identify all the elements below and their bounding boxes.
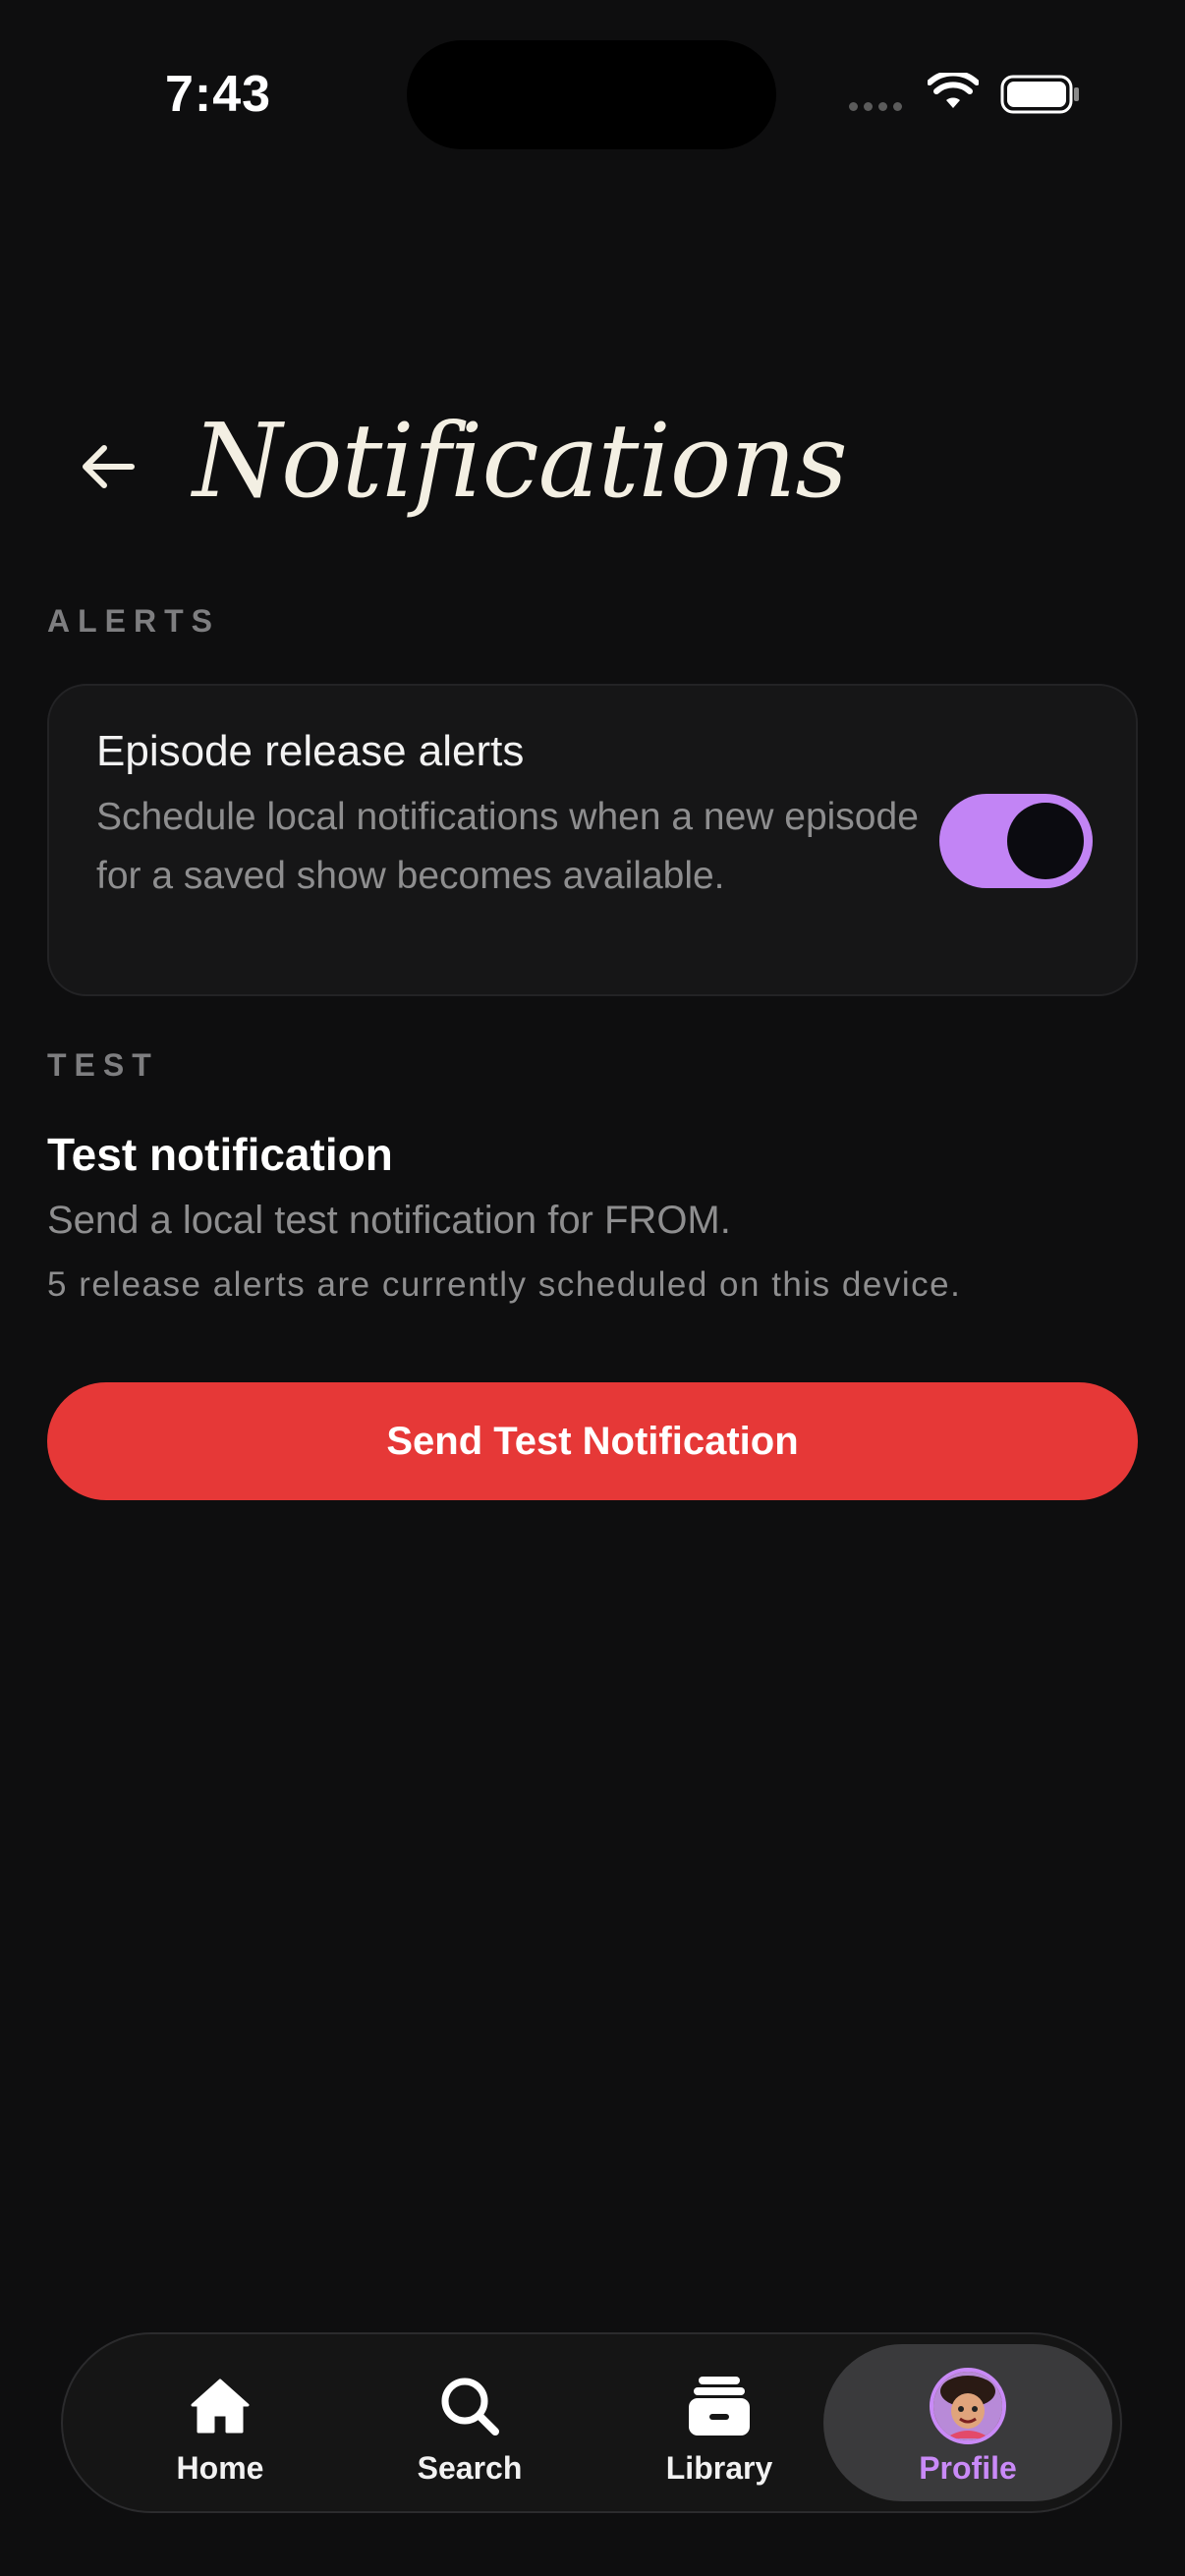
battery-icon (1000, 75, 1079, 114)
episode-alerts-toggle[interactable] (939, 794, 1093, 888)
search-icon (437, 2374, 502, 2438)
episode-alerts-card: Episode release alerts Schedule local no… (47, 684, 1138, 996)
tab-label-library: Library (665, 2450, 773, 2486)
tab-home[interactable]: Home (97, 2344, 343, 2501)
avatar (930, 2368, 1006, 2444)
scheduled-count-text: 5 release alerts are currently scheduled… (47, 1265, 962, 1304)
tab-profile[interactable]: Profile (823, 2344, 1112, 2501)
test-title: Test notification (47, 1129, 393, 1180)
tab-library[interactable]: Library (596, 2344, 842, 2501)
wifi-icon (928, 73, 979, 108)
status-time: 7:43 (165, 66, 272, 123)
home-icon (188, 2374, 253, 2438)
tab-search[interactable]: Search (347, 2344, 592, 2501)
alert-description: Schedule local notifications when a new … (96, 796, 919, 897)
page-title: Notifications (193, 401, 848, 521)
library-icon (687, 2374, 752, 2438)
toggle-knob (1007, 803, 1084, 879)
arrow-left-icon[interactable] (69, 428, 145, 505)
cellular-dots-icon (849, 102, 902, 111)
section-label-test: TEST (47, 1047, 159, 1083)
tab-bar: Home Search Library Profile (61, 2332, 1122, 2513)
status-bar: 7:43 (0, 0, 1185, 187)
section-label-alerts: ALERTS (47, 603, 220, 639)
alert-title: Episode release alerts (96, 727, 525, 775)
tab-label-search: Search (417, 2450, 523, 2486)
tab-label-profile: Profile (919, 2450, 1017, 2486)
test-description: Send a local test notification for FROM. (47, 1199, 731, 1242)
send-test-notification-button[interactable]: Send Test Notification (47, 1382, 1138, 1500)
tab-label-home: Home (176, 2450, 264, 2486)
dynamic-island (407, 40, 776, 149)
